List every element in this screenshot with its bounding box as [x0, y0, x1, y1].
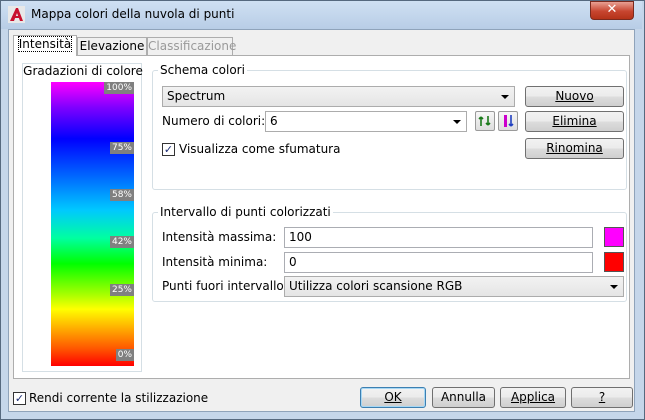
delete-button[interactable]: Elimina: [525, 111, 624, 132]
min-intensity-input[interactable]: 0: [284, 252, 593, 273]
color-scheme-dropdown[interactable]: Spectrum: [162, 86, 515, 107]
close-button[interactable]: ✕: [590, 1, 634, 20]
color-gradations-box: Gradazioni di colore 100% 75% 58% 42% 25…: [22, 63, 143, 372]
gradient-label-100: 100%: [104, 82, 134, 94]
color-scheme-group: Schema colori Spectrum Nuovo Numero di c…: [152, 63, 627, 190]
apply-style-label: Rendi corrente la stilizzazione: [29, 391, 209, 405]
gradient-label-0: 0%: [115, 349, 134, 361]
new-button[interactable]: Nuovo: [525, 86, 624, 107]
tab-panel: Gradazioni di colore 100% 75% 58% 42% 25…: [13, 55, 630, 379]
help-button-label: ?: [598, 390, 606, 404]
gradient-label-25: 25%: [109, 284, 134, 296]
window-title: Mappa colori della nuvola di punti: [31, 7, 235, 21]
out-of-range-label: Punti fuori intervallo:: [162, 279, 288, 293]
tab-intensita[interactable]: Intensità: [13, 35, 77, 56]
delete-button-label: Elimina: [552, 114, 597, 128]
title-bar[interactable]: Mappa colori della nuvola di punti: [1, 1, 642, 29]
apply-button-label: Applica: [510, 390, 556, 404]
color-gradient-bar: 100% 75% 58% 42% 25% 0%: [51, 82, 134, 366]
max-intensity-label: Intensità massima:: [162, 230, 277, 244]
help-button[interactable]: ?: [571, 387, 633, 408]
invert-colors-button[interactable]: [498, 111, 518, 131]
chevron-down-icon: [453, 120, 461, 124]
tab-classificazione: Classificazione: [147, 37, 237, 55]
tab-label: Intensità: [17, 36, 73, 52]
out-of-range-dropdown[interactable]: Utilizza colori scansione RGB: [284, 276, 624, 297]
out-of-range-value: Utilizza colori scansione RGB: [289, 279, 463, 293]
gradient-label-75: 75%: [109, 142, 134, 154]
max-intensity-input[interactable]: 100: [284, 227, 593, 248]
dialog-body: Intensità Elevazione Classificazione Gra…: [8, 29, 635, 412]
gradient-label-42: 42%: [109, 236, 134, 248]
show-as-gradient-label: Visualizza come sfumatura: [179, 142, 341, 156]
max-color-swatch[interactable]: [604, 227, 624, 247]
chevron-down-icon: [501, 95, 509, 99]
swap-arrows-icon: [478, 116, 491, 126]
rename-button[interactable]: Rinomina: [525, 138, 624, 159]
new-button-label: Nuovo: [555, 89, 594, 103]
apply-button[interactable]: Applica: [500, 387, 566, 408]
show-as-gradient-checkbox[interactable]: ✓: [162, 143, 175, 156]
colorized-range-group: Intervallo di punti colorizzati Intensit…: [152, 205, 627, 302]
tab-label: Classificazione: [148, 39, 237, 53]
colorized-range-title: Intervallo di punti colorizzati: [158, 205, 333, 219]
color-scheme-value: Spectrum: [167, 89, 226, 103]
gradations-title: Gradazioni di colore: [23, 64, 143, 78]
gradient-label-58: 58%: [109, 189, 134, 201]
apply-style-checkbox[interactable]: ✓: [13, 392, 26, 405]
ok-button-label: OK: [384, 390, 402, 404]
min-intensity-label: Intensità minima:: [162, 255, 268, 269]
chevron-down-icon: [610, 285, 618, 289]
close-icon: ✕: [606, 2, 618, 17]
color-count-label: Numero di colori:: [162, 114, 266, 128]
cancel-button-label: Annulla: [440, 390, 487, 404]
min-color-swatch[interactable]: [604, 252, 624, 272]
invert-colors-icon: [504, 115, 514, 127]
swap-colors-button[interactable]: [475, 111, 495, 131]
color-count-value: 6: [270, 114, 278, 128]
color-count-dropdown[interactable]: 6: [265, 111, 467, 132]
rename-button-label: Rinomina: [546, 141, 603, 155]
tab-label: Elevazione: [79, 39, 145, 53]
cancel-button[interactable]: Annulla: [432, 387, 495, 408]
ok-button[interactable]: OK: [360, 387, 426, 408]
tab-elevazione[interactable]: Elevazione: [77, 37, 147, 55]
autocad-logo-icon: [8, 6, 25, 23]
color-scheme-title: Schema colori: [158, 63, 247, 77]
